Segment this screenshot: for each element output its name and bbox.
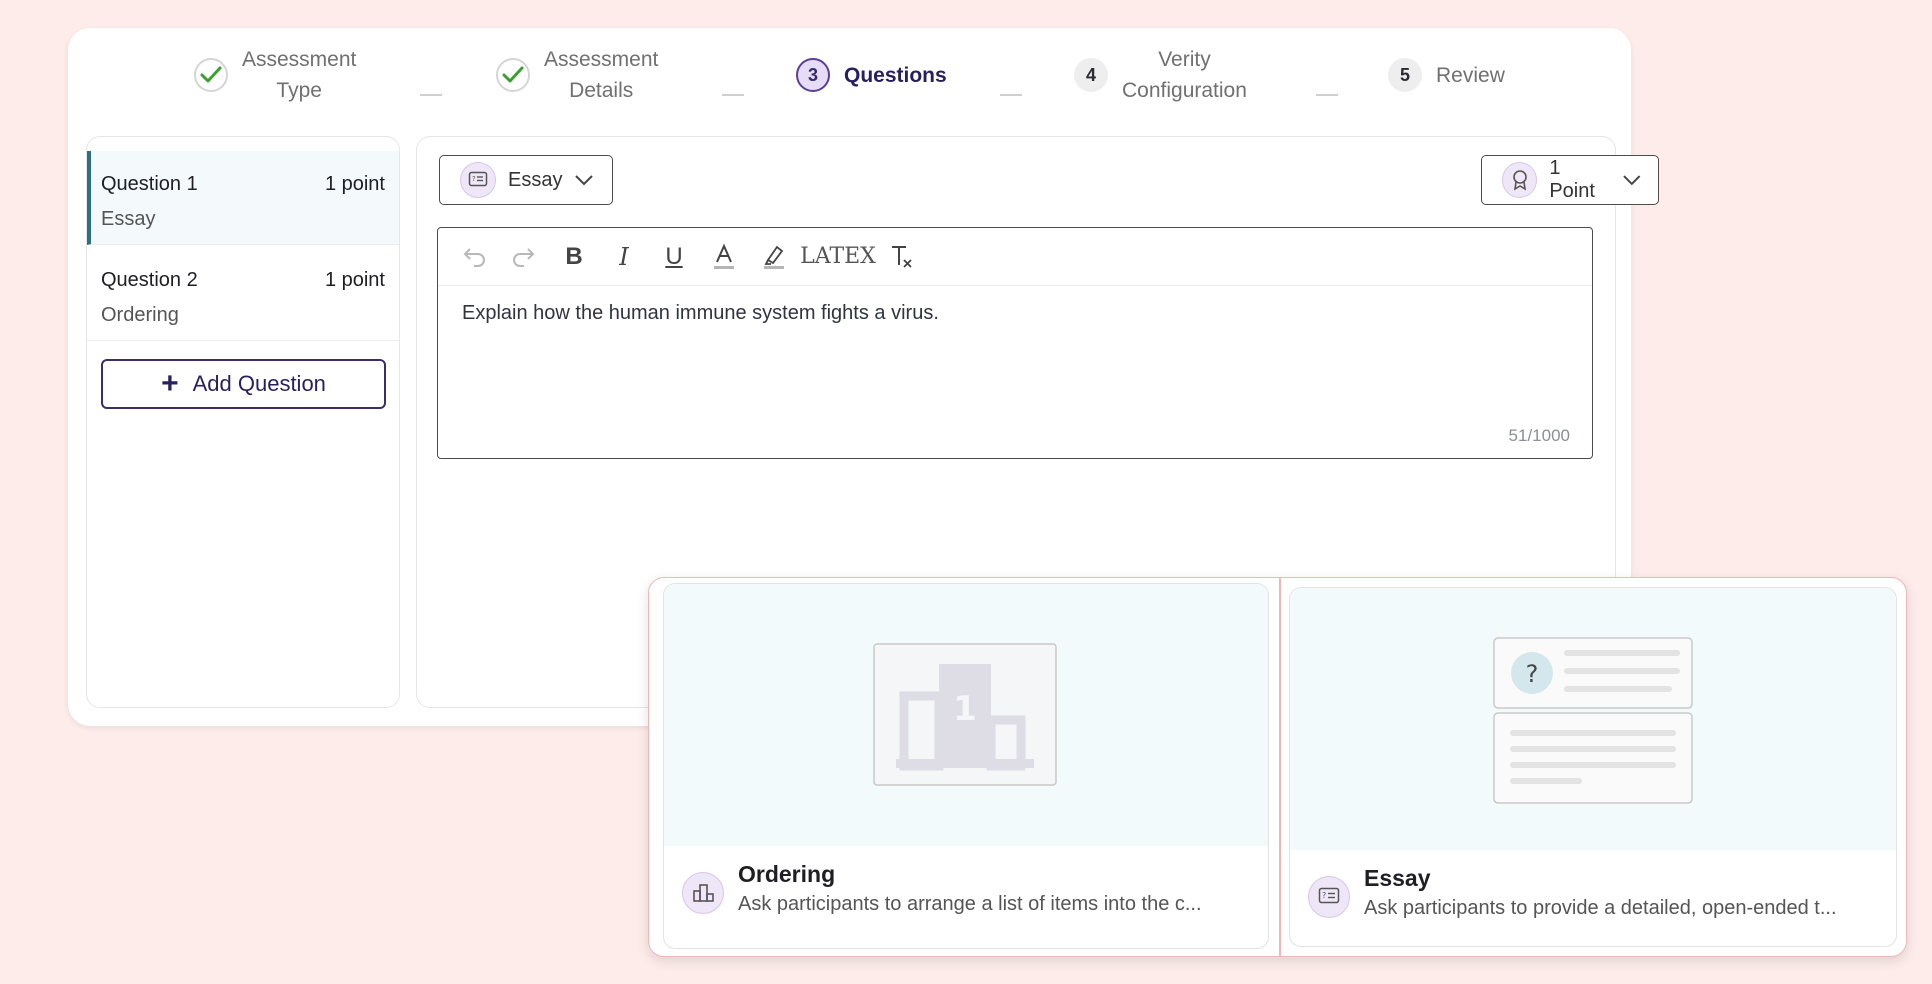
step-review[interactable]: 5 Review bbox=[1388, 40, 1505, 110]
question-type: Essay bbox=[101, 208, 156, 230]
chevron-down-icon bbox=[1623, 175, 1641, 186]
step-separator bbox=[420, 94, 442, 96]
step-separator bbox=[1000, 94, 1022, 96]
undo-icon[interactable] bbox=[456, 239, 492, 275]
step-assessment-type[interactable]: Assessment Type bbox=[194, 40, 356, 110]
italic-icon[interactable]: I bbox=[606, 239, 642, 275]
essay-title: Essay bbox=[1364, 865, 1431, 891]
essay-doc-icon: ? bbox=[1493, 637, 1693, 804]
svg-text:?: ? bbox=[1322, 891, 1326, 900]
essay-card-info: ? Essay Ask participants to provide a de… bbox=[1308, 863, 1878, 923]
plus-icon: + bbox=[161, 367, 179, 400]
essay-illustration: ? bbox=[1290, 588, 1896, 850]
check-icon bbox=[496, 58, 530, 92]
step-label: Review bbox=[1436, 63, 1505, 87]
podium-icon: 1 bbox=[873, 643, 1057, 786]
question-list: Question 1 1 point Essay Question 2 1 po… bbox=[86, 136, 400, 708]
card-divider bbox=[1279, 578, 1281, 956]
ordering-title: Ordering bbox=[738, 861, 836, 887]
points-value: 1 Point bbox=[1549, 157, 1595, 202]
award-icon bbox=[1502, 162, 1538, 198]
question-points: 1 point bbox=[324, 173, 385, 195]
question-type-select[interactable]: ? Essay bbox=[439, 155, 613, 205]
highlight-icon[interactable] bbox=[756, 239, 792, 275]
question-list-item[interactable]: Question 1 1 point Essay bbox=[87, 151, 399, 245]
rich-text-editor[interactable]: B I U LATEX Explain how the human immune… bbox=[437, 227, 1593, 459]
svg-text:?: ? bbox=[1526, 660, 1539, 688]
step-label: Questions bbox=[844, 63, 947, 87]
stepper: Assessment Type Assessment Details 3 Que… bbox=[68, 28, 1631, 128]
step-questions[interactable]: 3 Questions bbox=[796, 40, 947, 110]
question-type-picker: 1 Ordering Ask participants to arrange a… bbox=[648, 577, 1907, 957]
essay-icon: ? bbox=[1308, 876, 1350, 918]
chevron-down-icon bbox=[575, 175, 594, 186]
character-count: 51/1000 bbox=[1508, 426, 1570, 445]
text-color-icon[interactable] bbox=[706, 239, 742, 275]
step-number: 3 bbox=[796, 58, 830, 92]
step-assessment-details[interactable]: Assessment Details bbox=[496, 40, 658, 110]
ordering-description: Ask participants to arrange a list of it… bbox=[738, 893, 1202, 915]
add-question-button[interactable]: + Add Question bbox=[101, 359, 386, 409]
check-icon bbox=[194, 58, 228, 92]
essay-type-card[interactable]: ? ? Essay Ask participants to provide a … bbox=[1289, 587, 1897, 947]
clear-format-icon[interactable] bbox=[884, 239, 920, 275]
essay-description: Ask participants to provide a detailed, … bbox=[1364, 897, 1837, 919]
question-title: Question 2 bbox=[101, 269, 198, 291]
question-points: 1 point bbox=[324, 269, 385, 291]
step-label: Assessment Details bbox=[544, 48, 659, 102]
step-separator bbox=[1316, 94, 1338, 96]
underline-icon[interactable]: U bbox=[656, 239, 692, 275]
ordering-card-info: Ordering Ask participants to arrange a l… bbox=[682, 859, 1250, 919]
svg-text:1: 1 bbox=[953, 689, 977, 729]
step-number: 4 bbox=[1074, 58, 1108, 92]
ordering-illustration: 1 bbox=[664, 584, 1268, 846]
step-separator bbox=[722, 94, 744, 96]
redo-icon[interactable] bbox=[506, 239, 542, 275]
step-label: Assessment Type bbox=[242, 48, 357, 102]
question-type: Ordering bbox=[101, 304, 179, 326]
add-question-label: Add Question bbox=[192, 371, 326, 396]
points-select[interactable]: 1 Point bbox=[1481, 155, 1659, 205]
question-list-item[interactable]: Question 2 1 point Ordering bbox=[87, 247, 399, 341]
ordering-icon bbox=[682, 872, 724, 914]
question-title: Question 1 bbox=[101, 173, 198, 195]
step-number: 5 bbox=[1388, 58, 1422, 92]
step-verity-configuration[interactable]: 4 Verity Configuration bbox=[1074, 40, 1247, 110]
question-text[interactable]: Explain how the human immune system figh… bbox=[462, 302, 939, 325]
ordering-type-card[interactable]: 1 Ordering Ask participants to arrange a… bbox=[663, 583, 1269, 949]
essay-icon: ? bbox=[460, 162, 496, 198]
editor-toolbar: B I U LATEX bbox=[438, 228, 1592, 286]
latex-button[interactable]: LATEX bbox=[800, 239, 876, 275]
step-label: Verity Configuration bbox=[1122, 48, 1247, 102]
question-type-value: Essay bbox=[508, 168, 563, 191]
svg-text:?: ? bbox=[472, 175, 476, 183]
bold-icon[interactable]: B bbox=[556, 239, 592, 275]
